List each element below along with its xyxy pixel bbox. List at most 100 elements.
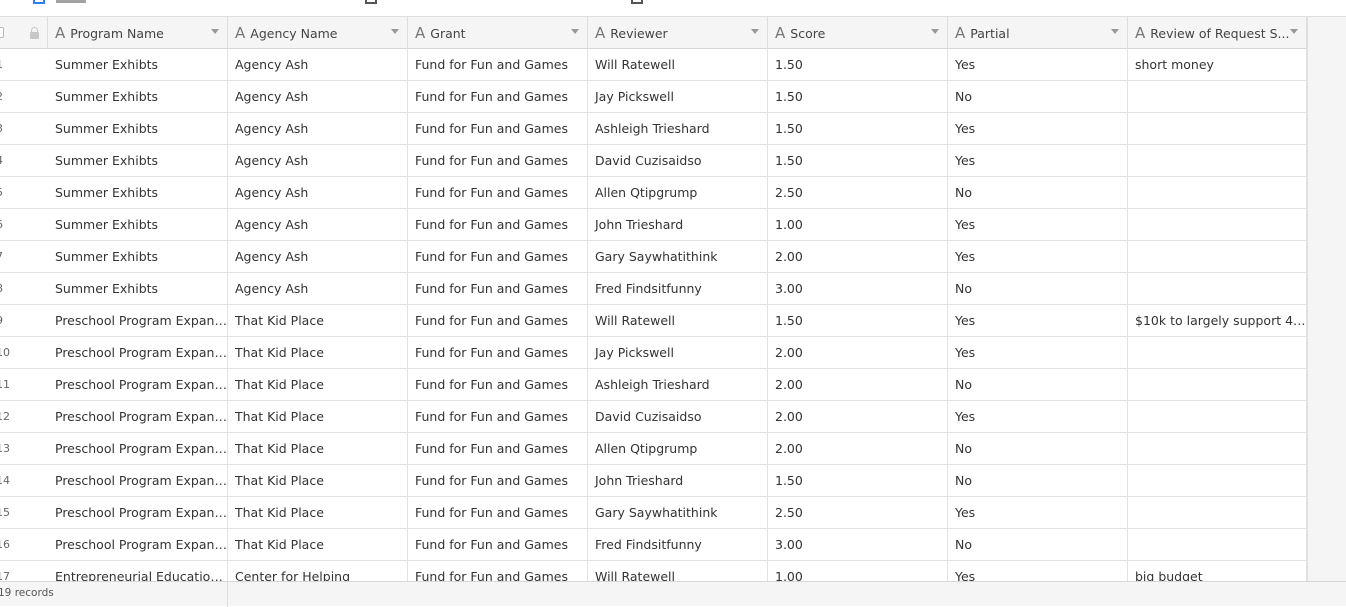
row-number[interactable]: 8	[0, 273, 48, 304]
cell-review-of-request[interactable]: big budget	[1128, 561, 1307, 581]
cell-score[interactable]: 1.50	[768, 81, 948, 112]
table-row[interactable]: 7Summer ExhibtsAgency AshFund for Fun an…	[0, 241, 1307, 273]
chevron-down-icon[interactable]	[931, 29, 939, 34]
cell-program-name[interactable]: Summer Exhibts	[48, 241, 228, 272]
cell-partial[interactable]: No	[948, 369, 1128, 400]
cell-partial[interactable]: Yes	[948, 497, 1128, 528]
cell-program-name[interactable]: Preschool Program Expansi...	[48, 465, 228, 496]
cell-score[interactable]: 3.00	[768, 273, 948, 304]
cell-agency-name[interactable]: That Kid Place	[228, 305, 408, 336]
toolbar-icon[interactable]	[365, 0, 377, 4]
cell-partial[interactable]: Yes	[948, 113, 1128, 144]
row-number[interactable]: 12	[0, 401, 48, 432]
cell-score[interactable]: 1.00	[768, 561, 948, 581]
cell-agency-name[interactable]: Agency Ash	[228, 81, 408, 112]
column-header-program-name[interactable]: A Program Name	[48, 17, 228, 49]
table-row[interactable]: 12Preschool Program Expansi...That Kid P…	[0, 401, 1307, 433]
cell-program-name[interactable]: Preschool Program Expansi...	[48, 401, 228, 432]
row-number[interactable]: 1	[0, 49, 48, 80]
row-number[interactable]: 13	[0, 433, 48, 464]
cell-score[interactable]: 2.50	[768, 177, 948, 208]
cell-program-name[interactable]: Summer Exhibts	[48, 113, 228, 144]
cell-score[interactable]: 1.50	[768, 49, 948, 80]
table-row[interactable]: 11Preschool Program Expansi...That Kid P…	[0, 369, 1307, 401]
row-number[interactable]: 6	[0, 209, 48, 240]
cell-agency-name[interactable]: Agency Ash	[228, 145, 408, 176]
cell-reviewer[interactable]: Will Ratewell	[588, 305, 768, 336]
cell-program-name[interactable]: Summer Exhibts	[48, 209, 228, 240]
cell-reviewer[interactable]: John Trieshard	[588, 209, 768, 240]
chevron-down-icon[interactable]	[1111, 29, 1119, 34]
cell-program-name[interactable]: Summer Exhibts	[48, 81, 228, 112]
cell-program-name[interactable]: Preschool Program Expansi...	[48, 529, 228, 560]
cell-score[interactable]: 2.00	[768, 241, 948, 272]
table-row[interactable]: 8Summer ExhibtsAgency AshFund for Fun an…	[0, 273, 1307, 305]
cell-grant[interactable]: Fund for Fun and Games	[408, 369, 588, 400]
cell-review-of-request[interactable]	[1128, 145, 1307, 176]
cell-review-of-request[interactable]: $10k to largely support 4 f...	[1128, 305, 1307, 336]
cell-reviewer[interactable]: Allen Qtipgrump	[588, 177, 768, 208]
cell-partial[interactable]: No	[948, 529, 1128, 560]
table-row[interactable]: 13Preschool Program Expansi...That Kid P…	[0, 433, 1307, 465]
cell-review-of-request[interactable]	[1128, 369, 1307, 400]
cell-grant[interactable]: Fund for Fun and Games	[408, 49, 588, 80]
cell-partial[interactable]: Yes	[948, 209, 1128, 240]
cell-partial[interactable]: No	[948, 177, 1128, 208]
cell-grant[interactable]: Fund for Fun and Games	[408, 529, 588, 560]
cell-partial[interactable]: No	[948, 433, 1128, 464]
cell-program-name[interactable]: Preschool Program Expansi...	[48, 305, 228, 336]
cell-agency-name[interactable]: Agency Ash	[228, 241, 408, 272]
cell-partial[interactable]: Yes	[948, 401, 1128, 432]
cell-agency-name[interactable]: Agency Ash	[228, 273, 408, 304]
chevron-down-icon[interactable]	[571, 29, 579, 34]
cell-score[interactable]: 2.00	[768, 433, 948, 464]
cell-score[interactable]: 2.00	[768, 401, 948, 432]
row-number[interactable]: 5	[0, 177, 48, 208]
row-number[interactable]: 7	[0, 241, 48, 272]
table-row[interactable]: 6Summer ExhibtsAgency AshFund for Fun an…	[0, 209, 1307, 241]
cell-review-of-request[interactable]	[1128, 433, 1307, 464]
table-row[interactable]: 9Preschool Program Expansi...That Kid Pl…	[0, 305, 1307, 337]
cell-score[interactable]: 1.50	[768, 145, 948, 176]
cell-score[interactable]: 2.00	[768, 337, 948, 368]
table-row[interactable]: 5Summer ExhibtsAgency AshFund for Fun an…	[0, 177, 1307, 209]
cell-agency-name[interactable]: Agency Ash	[228, 209, 408, 240]
table-row[interactable]: 15Preschool Program Expansi...That Kid P…	[0, 497, 1307, 529]
chevron-down-icon[interactable]	[751, 29, 759, 34]
cell-reviewer[interactable]: Fred Findsitfunny	[588, 529, 768, 560]
cell-program-name[interactable]: Preschool Program Expansi...	[48, 433, 228, 464]
row-number[interactable]: 3	[0, 113, 48, 144]
cell-reviewer[interactable]: John Trieshard	[588, 465, 768, 496]
table-row[interactable]: 2Summer ExhibtsAgency AshFund for Fun an…	[0, 81, 1307, 113]
cell-review-of-request[interactable]: short money	[1128, 49, 1307, 80]
cell-reviewer[interactable]: Jay Pickswell	[588, 337, 768, 368]
cell-reviewer[interactable]: Will Ratewell	[588, 49, 768, 80]
cell-program-name[interactable]: Preschool Program Expansi...	[48, 369, 228, 400]
cell-program-name[interactable]: Preschool Program Expansi...	[48, 497, 228, 528]
cell-review-of-request[interactable]	[1128, 401, 1307, 432]
chevron-down-icon[interactable]	[211, 29, 219, 34]
cell-partial[interactable]: Yes	[948, 337, 1128, 368]
column-header-review-of-request[interactable]: A Review of Request S...	[1128, 17, 1307, 49]
table-row[interactable]: 14Preschool Program Expansi...That Kid P…	[0, 465, 1307, 497]
row-number[interactable]: 10	[0, 337, 48, 368]
cell-agency-name[interactable]: That Kid Place	[228, 497, 408, 528]
cell-grant[interactable]: Fund for Fun and Games	[408, 177, 588, 208]
cell-score[interactable]: 1.00	[768, 209, 948, 240]
table-row[interactable]: 1Summer ExhibtsAgency AshFund for Fun an…	[0, 49, 1307, 81]
cell-grant[interactable]: Fund for Fun and Games	[408, 561, 588, 581]
grid-view-icon[interactable]	[33, 0, 45, 4]
cell-score[interactable]: 1.50	[768, 113, 948, 144]
cell-grant[interactable]: Fund for Fun and Games	[408, 401, 588, 432]
cell-grant[interactable]: Fund for Fun and Games	[408, 273, 588, 304]
select-all-checkbox[interactable]	[0, 27, 4, 38]
cell-reviewer[interactable]: Ashleigh Trieshard	[588, 113, 768, 144]
table-row[interactable]: 10Preschool Program Expansi...That Kid P…	[0, 337, 1307, 369]
toolbar-icon[interactable]	[631, 0, 643, 4]
cell-review-of-request[interactable]	[1128, 177, 1307, 208]
add-column-area[interactable]	[1307, 17, 1346, 581]
cell-partial[interactable]: No	[948, 465, 1128, 496]
row-number[interactable]: 2	[0, 81, 48, 112]
cell-score[interactable]: 1.50	[768, 305, 948, 336]
cell-agency-name[interactable]: That Kid Place	[228, 369, 408, 400]
